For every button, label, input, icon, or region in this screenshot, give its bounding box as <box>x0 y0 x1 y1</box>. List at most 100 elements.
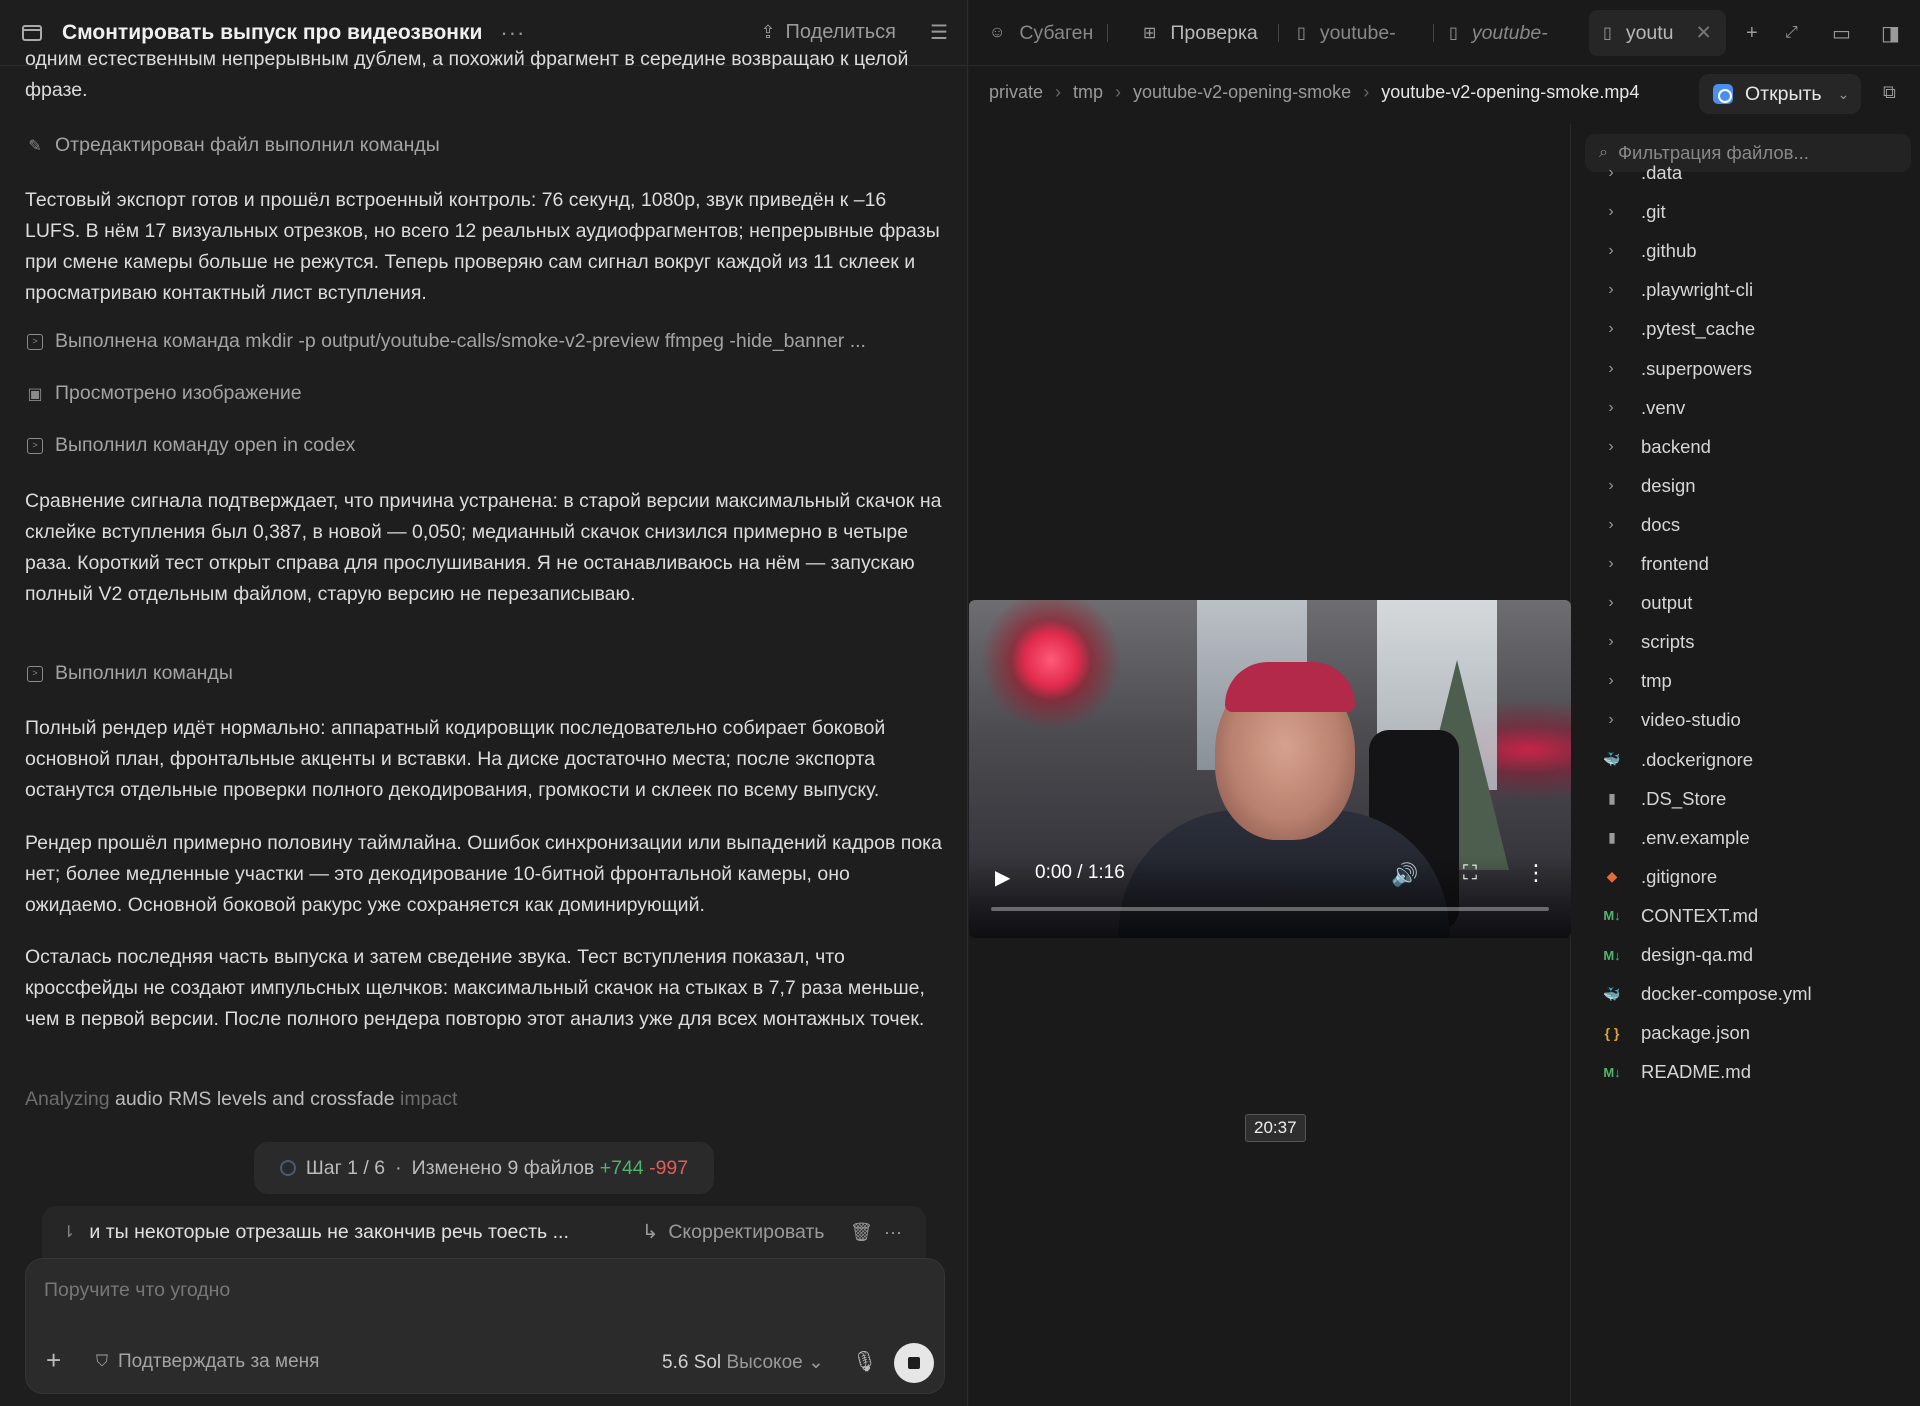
terminal-icon: > <box>25 437 45 454</box>
file-item[interactable]: M↓ README.md <box>1601 1057 1751 1087</box>
file-item[interactable]: ▮ .DS_Store <box>1601 784 1726 814</box>
breadcrumb-item[interactable]: private <box>989 82 1043 103</box>
message-p2: Сравнение сигнала подтверждает, что прич… <box>25 490 942 605</box>
folder-name: .github <box>1641 240 1697 262</box>
volume-icon[interactable]: 🔊 <box>1391 862 1418 888</box>
step-counter: Шаг 1 / 6 <box>305 1156 386 1179</box>
fullscreen-icon[interactable]: ⛶ <box>1463 862 1477 885</box>
video-viewer: ▶ 0:00 / 1:16 🔊 ⛶ ⋮ 20:37 <box>969 124 1571 1406</box>
microphone-icon[interactable]: 🎙 <box>852 1349 877 1374</box>
play-icon[interactable]: ▶ <box>995 865 1010 890</box>
file-tree: ⌕ Фильтрация файлов... › .data › .git › .gith… <box>1585 124 1920 1406</box>
message-text: одним естественным непрерывным дублем, а… <box>25 50 909 101</box>
breadcrumb-item[interactable]: tmp <box>1073 82 1103 103</box>
folder-name: .superpowers <box>1641 357 1753 379</box>
folder-item[interactable]: › .superpowers <box>1601 354 1752 384</box>
sidebar-toggle-icon[interactable]: ◨ <box>1881 0 1900 66</box>
add-attachment-button[interactable]: + <box>46 1347 61 1373</box>
file-icon: ▯ <box>1449 25 1458 42</box>
reasoning-level: Высокое <box>726 1352 803 1373</box>
folder-item[interactable]: › .data <box>1601 158 1682 188</box>
tab-file-1[interactable]: ▯ youtube- <box>1297 0 1396 66</box>
folder-item[interactable]: › .github <box>1601 236 1697 266</box>
status-text: Analyzing <box>25 1088 115 1110</box>
folder-item[interactable]: › scripts <box>1601 627 1694 657</box>
tab-file-active[interactable]: ▯ youtu ✕ <box>1589 10 1726 56</box>
action-mkdir[interactable]: > Выполнена команда mkdir -p output/yout… <box>25 330 866 353</box>
auto-approve-label: Подтверждать за меня <box>118 1351 320 1372</box>
folder-item[interactable]: › .playwright-cli <box>1601 275 1753 305</box>
more-icon[interactable]: ··· <box>884 1222 902 1243</box>
action-open[interactable]: > Выполнил команду open in codex <box>25 434 355 457</box>
breadcrumb-item[interactable]: youtube-v2-opening-smoke <box>1133 82 1351 103</box>
status-text-highlight: audio RMS levels and crossfade <box>114 1088 395 1110</box>
folder-item[interactable]: › design <box>1601 471 1695 501</box>
progress-pill[interactable]: Шаг 1 / 6 · Изменено 9 файлов +744 -997 <box>254 1142 714 1194</box>
folder-item[interactable]: › .pytest_cache <box>1601 314 1755 344</box>
folder-name: docs <box>1641 513 1681 535</box>
file-item[interactable]: M↓ design-qa.md <box>1601 940 1753 970</box>
video-player[interactable]: ▶ 0:00 / 1:16 🔊 ⛶ ⋮ <box>969 600 1571 938</box>
more-options-button[interactable]: ··· <box>500 20 525 46</box>
chevron-right-icon: › <box>1608 398 1614 416</box>
message-p4: Рендер прошёл примерно половину таймлайн… <box>25 832 942 916</box>
stop-button[interactable] <box>894 1343 934 1383</box>
model-selector[interactable]: 5.6 Sol Высокое ⌄ <box>662 1351 824 1374</box>
file-name: .dockerignore <box>1641 748 1754 770</box>
queued-message: ⇂ и ты некоторые отрезашь не закончив ре… <box>42 1206 926 1258</box>
new-tab-button[interactable]: + <box>1746 0 1758 66</box>
folder-item[interactable]: › .git <box>1601 197 1665 227</box>
more-vertical-icon[interactable]: ⋮ <box>1525 860 1547 886</box>
copy-icon[interactable]: ⧉ <box>1883 82 1896 103</box>
folder-item[interactable]: › frontend <box>1601 549 1709 579</box>
share-icon: ⇪ <box>760 22 776 42</box>
steer-button[interactable]: ↳ Скорректировать <box>642 1220 824 1244</box>
action-edited[interactable]: ✎ Отредактирован файл выполнил команды <box>25 134 440 157</box>
chevron-right-icon: › <box>1608 594 1614 612</box>
video-seekbar[interactable] <box>991 907 1549 911</box>
file-item[interactable]: { } package.json <box>1601 1018 1750 1048</box>
action-label: Выполнил команду open in codex <box>55 434 356 456</box>
folder-item[interactable]: › output <box>1601 588 1692 618</box>
auto-approve-toggle[interactable]: ⛉ Подтверждать за меня <box>96 1351 319 1373</box>
folder-name: output <box>1641 592 1693 614</box>
chevron-right-icon: › <box>1363 81 1370 102</box>
prompt-input[interactable]: Поручите что угодно <box>44 1279 230 1302</box>
tab-review[interactable]: ⊞ Проверка <box>1143 0 1258 66</box>
file-item[interactable]: ◆ .gitignore <box>1601 862 1718 892</box>
message-fragment: одним естественным непрерывным дублем, а… <box>25 50 945 108</box>
close-icon[interactable]: ✕ <box>1696 21 1712 45</box>
chevron-right-icon: › <box>1608 320 1614 338</box>
steer-arrow-icon: ↳ <box>642 1221 659 1243</box>
folder-item[interactable]: › tmp <box>1601 666 1672 696</box>
share-label: Поделиться <box>785 21 896 43</box>
open-label: Открыть <box>1745 82 1822 105</box>
file-name: .gitignore <box>1641 865 1718 887</box>
task-list-icon[interactable]: ☰ <box>930 20 948 45</box>
panel-icon[interactable]: ▭ <box>1832 0 1851 66</box>
action-commands[interactable]: > Выполнил команды <box>25 662 233 685</box>
docker-icon: 🐳 <box>1603 751 1621 767</box>
breadcrumb: private › tmp › youtube-v2-opening-smoke… <box>989 76 1639 108</box>
lines-added: +744 <box>599 1156 644 1179</box>
folder-item[interactable]: › docs <box>1601 510 1680 540</box>
tab-subagent[interactable]: ☺ Субаген <box>989 0 1093 66</box>
open-button[interactable]: Открыть ⌄ <box>1699 74 1861 114</box>
file-item[interactable]: 🐳 docker-compose.yml <box>1601 979 1811 1009</box>
file-item[interactable]: M↓ CONTEXT.md <box>1601 901 1758 931</box>
git-icon: ◆ <box>1606 868 1618 885</box>
file-icon: ▯ <box>1297 25 1306 42</box>
action-viewed[interactable]: ▣ Просмотрено изображение <box>25 382 301 405</box>
tab-file-2[interactable]: ▯ youtube- <box>1449 0 1548 66</box>
trash-icon[interactable]: 🗑 <box>850 1222 873 1243</box>
chevron-right-icon: › <box>1608 633 1614 651</box>
file-item[interactable]: 🐳 .dockerignore <box>1601 745 1753 775</box>
folder-item[interactable]: › backend <box>1601 432 1711 462</box>
share-button[interactable]: ⇪ Поделиться <box>760 21 896 44</box>
folder-name: .venv <box>1641 396 1686 418</box>
folder-item[interactable]: › video-studio <box>1601 705 1740 735</box>
expand-icon[interactable]: ⤢ <box>1785 0 1798 66</box>
progress-ring-icon <box>279 1160 296 1176</box>
folder-item[interactable]: › .venv <box>1601 393 1685 423</box>
file-item[interactable]: ▮ .env.example <box>1601 823 1750 853</box>
